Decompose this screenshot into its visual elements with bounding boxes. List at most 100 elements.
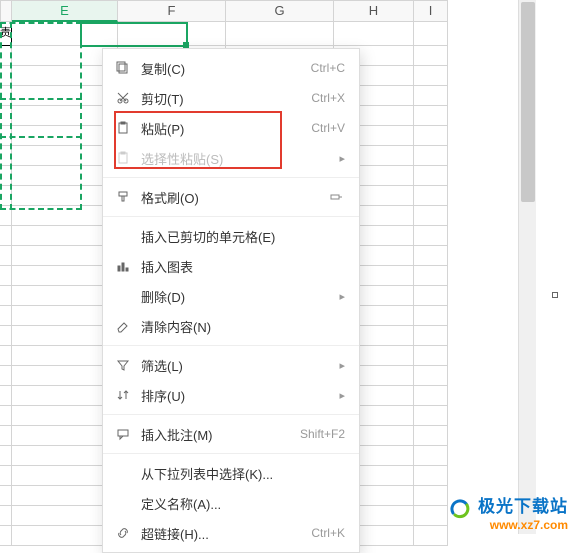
- cell[interactable]: [0, 466, 12, 486]
- menu-format-painter[interactable]: 格式刷(O): [103, 182, 359, 212]
- watermark-logo-icon: [449, 499, 471, 519]
- menu-separator: [103, 453, 359, 454]
- cell[interactable]: [414, 526, 448, 546]
- cell[interactable]: [414, 506, 448, 526]
- menu-paste-special[interactable]: 选择性粘贴(S) ▸: [103, 143, 359, 173]
- menu-paste[interactable]: 粘贴(P) Ctrl+V: [103, 113, 359, 143]
- menu-filter[interactable]: 筛选(L) ▸: [103, 350, 359, 380]
- cell[interactable]: [0, 426, 12, 446]
- cell[interactable]: [414, 106, 448, 126]
- cell[interactable]: 责: [0, 22, 12, 46]
- cell[interactable]: [414, 386, 448, 406]
- cell[interactable]: [0, 66, 12, 86]
- col-header-fragment[interactable]: [0, 0, 12, 22]
- cell[interactable]: [118, 22, 226, 46]
- cell[interactable]: [414, 466, 448, 486]
- cell[interactable]: [414, 186, 448, 206]
- col-header-F[interactable]: F: [118, 0, 226, 22]
- cell[interactable]: [0, 186, 12, 206]
- cell[interactable]: [414, 126, 448, 146]
- cell[interactable]: [0, 366, 12, 386]
- menu-separator: [103, 414, 359, 415]
- cell[interactable]: [414, 46, 448, 66]
- col-header-I[interactable]: I: [414, 0, 448, 22]
- menu-insert-chart[interactable]: 插入图表: [103, 251, 359, 281]
- column-headers: E F G H I: [0, 0, 448, 22]
- cell[interactable]: [0, 146, 12, 166]
- cell[interactable]: [0, 86, 12, 106]
- cell[interactable]: [0, 226, 12, 246]
- vertical-scrollbar[interactable]: [518, 0, 536, 534]
- cell[interactable]: [0, 486, 12, 506]
- scrollbar-thumb[interactable]: [521, 2, 535, 202]
- menu-accel: Shift+F2: [300, 427, 345, 441]
- cell[interactable]: [0, 246, 12, 266]
- cell[interactable]: [414, 446, 448, 466]
- menu-label: 插入批注(M): [133, 425, 300, 444]
- cell[interactable]: [0, 386, 12, 406]
- cell[interactable]: [12, 22, 118, 46]
- menu-clear[interactable]: 清除内容(N): [103, 311, 359, 341]
- cell[interactable]: [414, 286, 448, 306]
- cell[interactable]: [0, 286, 12, 306]
- menu-insert-cut-cells[interactable]: 插入已剪切的单元格(E): [103, 221, 359, 251]
- menu-accel: Ctrl+C: [311, 61, 345, 75]
- blank-icon: [113, 228, 133, 244]
- menu-label: 复制(C): [133, 59, 311, 78]
- menu-cut[interactable]: 剪切(T) Ctrl+X: [103, 83, 359, 113]
- cell[interactable]: [414, 66, 448, 86]
- watermark-url: www.xz7.com: [449, 519, 568, 532]
- cell[interactable]: [226, 22, 334, 46]
- cell[interactable]: [0, 166, 12, 186]
- format-painter-apply-icon: [327, 190, 345, 204]
- blank-icon: [113, 465, 133, 481]
- col-header-E[interactable]: E: [12, 0, 118, 22]
- menu-define-name[interactable]: 定义名称(A)...: [103, 488, 359, 518]
- cell[interactable]: [414, 406, 448, 426]
- col-header-G[interactable]: G: [226, 0, 334, 22]
- cell[interactable]: [414, 266, 448, 286]
- cell[interactable]: [414, 346, 448, 366]
- submenu-arrow-icon: ▸: [339, 152, 345, 165]
- blank-icon: [113, 288, 133, 304]
- cell[interactable]: [0, 506, 12, 526]
- col-header-H[interactable]: H: [334, 0, 414, 22]
- cell[interactable]: [0, 206, 12, 226]
- menu-hyperlink[interactable]: 超链接(H)... Ctrl+K: [103, 518, 359, 548]
- cell[interactable]: [0, 126, 12, 146]
- cell[interactable]: [0, 266, 12, 286]
- cell[interactable]: [414, 226, 448, 246]
- cell[interactable]: [0, 406, 12, 426]
- menu-sort[interactable]: 排序(U) ▸: [103, 380, 359, 410]
- menu-label: 选择性粘贴(S): [133, 149, 339, 168]
- cell[interactable]: [334, 22, 414, 46]
- submenu-arrow-icon: ▸: [339, 290, 345, 303]
- cell[interactable]: [0, 326, 12, 346]
- cell[interactable]: [414, 166, 448, 186]
- menu-copy[interactable]: 复制(C) Ctrl+C: [103, 53, 359, 83]
- comment-icon: [113, 426, 133, 442]
- cell[interactable]: [414, 366, 448, 386]
- cell[interactable]: [0, 106, 12, 126]
- cell[interactable]: [414, 22, 448, 46]
- cell[interactable]: [0, 306, 12, 326]
- cell[interactable]: [0, 446, 12, 466]
- cell[interactable]: [0, 346, 12, 366]
- cell[interactable]: [414, 306, 448, 326]
- cell[interactable]: [0, 46, 12, 66]
- menu-separator: [103, 345, 359, 346]
- cell[interactable]: [414, 326, 448, 346]
- menu-pick-from-list[interactable]: 从下拉列表中选择(K)...: [103, 458, 359, 488]
- menu-insert-comment[interactable]: 插入批注(M) Shift+F2: [103, 419, 359, 449]
- watermark-title: 极光下载站: [478, 497, 568, 516]
- cell[interactable]: [414, 426, 448, 446]
- selection-handle[interactable]: [552, 292, 558, 298]
- cell[interactable]: [414, 146, 448, 166]
- cell[interactable]: [414, 86, 448, 106]
- cell[interactable]: [414, 206, 448, 226]
- menu-delete[interactable]: 删除(D) ▸: [103, 281, 359, 311]
- cell[interactable]: [414, 246, 448, 266]
- cell[interactable]: [0, 526, 12, 546]
- menu-label: 定义名称(A)...: [133, 494, 345, 513]
- cell[interactable]: [414, 486, 448, 506]
